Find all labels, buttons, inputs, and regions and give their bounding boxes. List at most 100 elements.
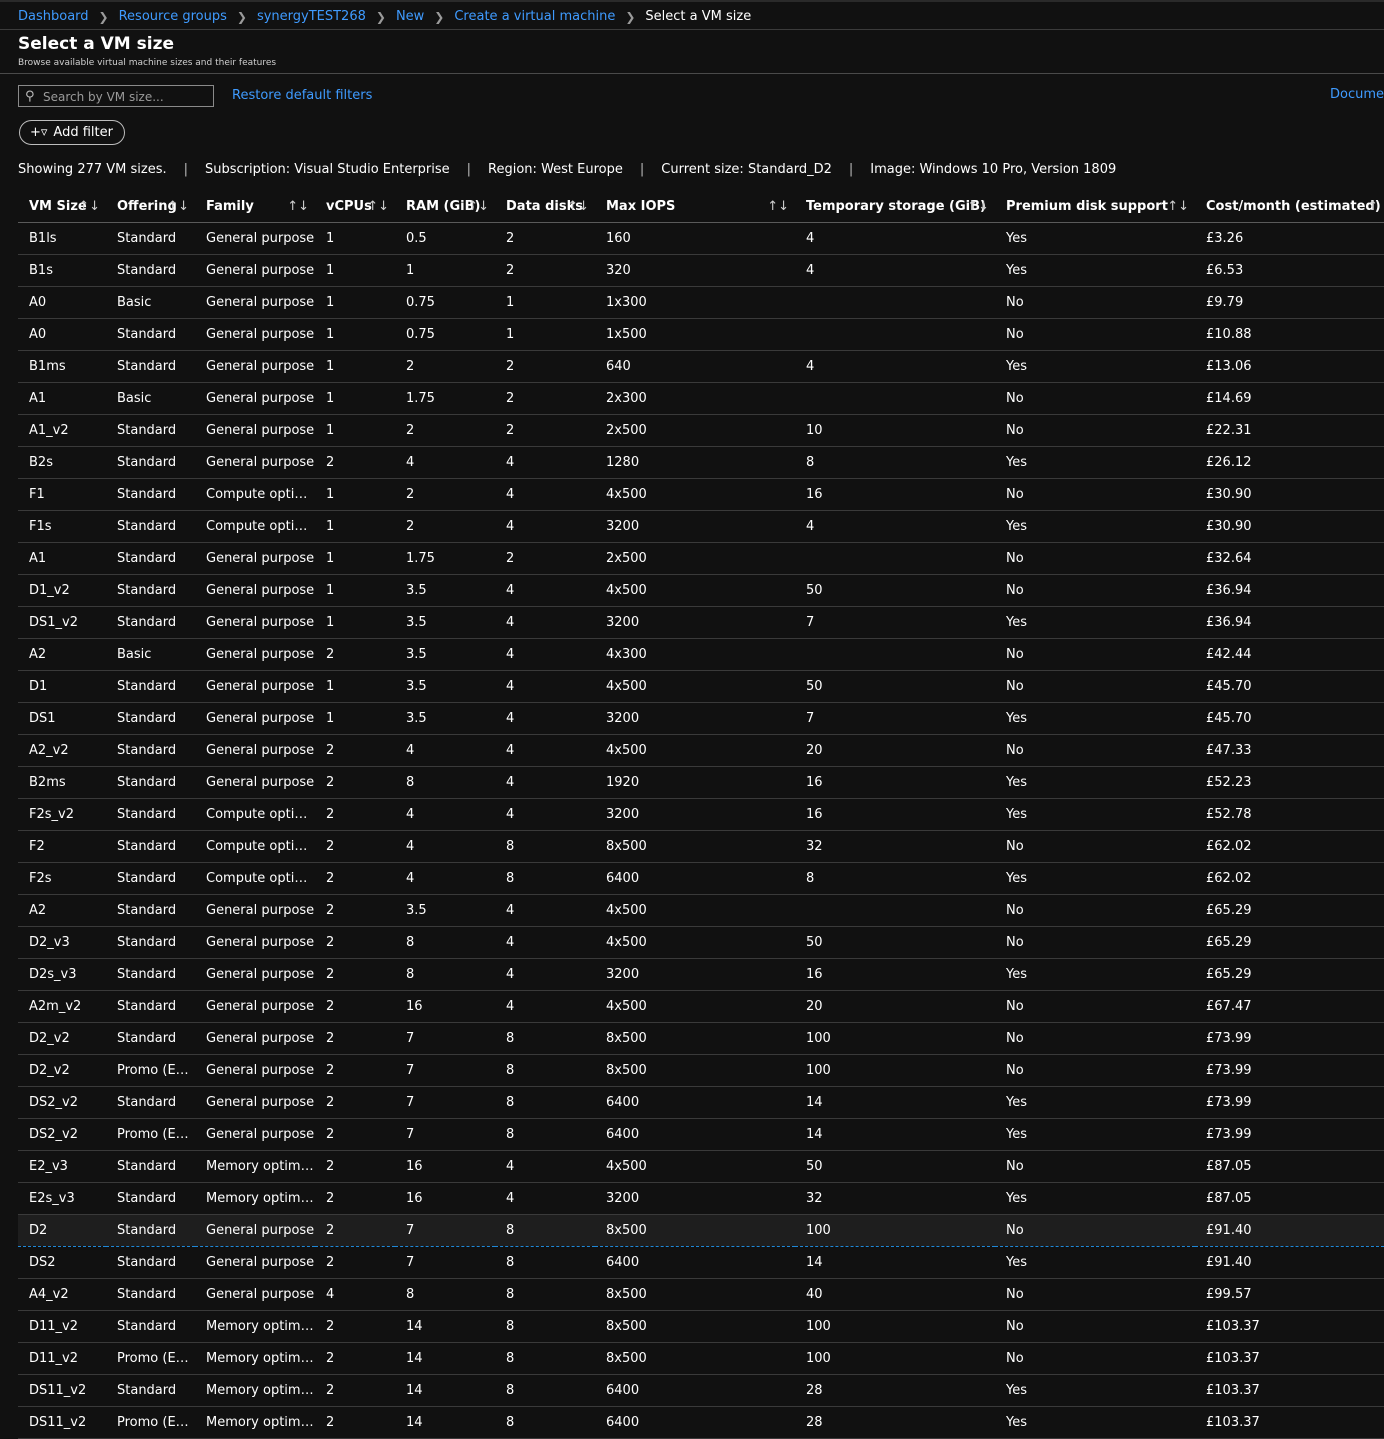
cell-ram: 3.5 bbox=[395, 670, 495, 703]
sort-icon[interactable]: ↑↓ bbox=[1167, 199, 1189, 214]
cell-ram: 2 bbox=[395, 350, 495, 383]
table-row[interactable]: D1 Standard General purpose 1 3.5 4 4x500 50 No £… bbox=[18, 670, 1384, 703]
table-row[interactable]: D1_v2 Standard General purpose 1 3.5 4 4x500 50… bbox=[18, 574, 1384, 607]
cell-offering: Standard bbox=[106, 510, 195, 543]
cell-cost: £30.90 bbox=[1195, 510, 1384, 543]
cell-premium-disk: No bbox=[995, 830, 1195, 863]
table-row[interactable]: D2s_v3 Standard General purpose 2 8 4 3200 16 Ye… bbox=[18, 958, 1384, 991]
cell-offering: Standard bbox=[106, 1278, 195, 1311]
table-row[interactable]: A1 Standard General purpose 1 1.75 2 2x500 No £3… bbox=[18, 542, 1384, 575]
cell-premium-disk: Yes bbox=[995, 958, 1195, 991]
table-row[interactable]: A4_v2 Standard General purpose 4 8 8 8x500 40 No… bbox=[18, 1278, 1384, 1311]
cell-family: General purpose bbox=[195, 926, 315, 959]
page-subtitle: Browse available virtual machine sizes a… bbox=[18, 58, 277, 68]
cell-offering: Standard bbox=[106, 894, 195, 927]
table-row[interactable]: D11_v2Promo (Expires)Memory optimized214… bbox=[18, 1342, 1384, 1375]
table-row[interactable]: A2 Basic General purpose 2 3.5 4 4x300 No £42.44 bbox=[18, 638, 1384, 671]
cell-cost: £9.79 bbox=[1195, 286, 1384, 319]
cell-vcpus: 2 bbox=[315, 830, 395, 863]
search-input[interactable] bbox=[41, 86, 215, 108]
cell-vcpus: 1 bbox=[315, 542, 395, 575]
cell-ram: 7 bbox=[395, 1086, 495, 1119]
cell-ram: 0.75 bbox=[395, 286, 495, 319]
table-row[interactable]: D2_v3 Standard General purpose 2 8 4 4x500 50 No… bbox=[18, 926, 1384, 959]
table-row[interactable]: D2 Standard General purpose 2 7 8 8x500 100 No £9… bbox=[18, 1214, 1384, 1247]
column-header-offering[interactable]: Offering ↑↓ bbox=[106, 190, 195, 223]
table-row[interactable]: E2s_v3StandardMemory optimized2164320032… bbox=[18, 1182, 1384, 1215]
table-row[interactable]: A1 Basic General purpose 1 1.75 2 2x300 No £14.6… bbox=[18, 382, 1384, 415]
table-row[interactable]: DS11_v2Promo (Expires)Memory optimized21… bbox=[18, 1406, 1384, 1439]
table-row[interactable]: F2StandardCompute optimized2488x50032No£… bbox=[18, 830, 1384, 863]
column-header-premium-disk[interactable]: Premium disk support ↑↓ bbox=[995, 190, 1195, 223]
table-row[interactable]: F2sStandardCompute optimized24864008Yes£… bbox=[18, 862, 1384, 895]
table-row[interactable]: D2_v2Promo (Expires)General purpose2788x… bbox=[18, 1054, 1384, 1087]
column-header-cost[interactable]: Cost/month (estimated) ↑ bbox=[1195, 190, 1384, 223]
sort-icon[interactable]: ↑ bbox=[1367, 199, 1378, 214]
sort-icon[interactable]: ↑↓ bbox=[567, 199, 589, 214]
cell-ram: 3.5 bbox=[395, 702, 495, 735]
sort-icon[interactable]: ↑↓ bbox=[367, 199, 389, 214]
table-row[interactable]: DS1_v2 Standard General purpose 1 3.5 4 3200 7 Y… bbox=[18, 606, 1384, 639]
cell-cost: £103.37 bbox=[1195, 1342, 1384, 1375]
breadcrumb-resource-group[interactable]: synergyTEST268 bbox=[257, 9, 366, 24]
sort-icon[interactable]: ↑↓ bbox=[967, 199, 989, 214]
table-row[interactable]: DS1 Standard General purpose 1 3.5 4 3200 7 Yes £… bbox=[18, 702, 1384, 735]
cell-offering: Standard bbox=[106, 478, 195, 511]
table-row[interactable]: A0 Basic General purpose 1 0.75 1 1x300 No £9.79 bbox=[18, 286, 1384, 319]
cell-ram: 7 bbox=[395, 1246, 495, 1279]
table-row[interactable]: B2ms Standard General purpose 2 8 4 1920 16 Yes £… bbox=[18, 766, 1384, 799]
cell-data-disks: 8 bbox=[495, 862, 595, 895]
table-row[interactable]: A2_v2 Standard General purpose 2 4 4 4x500 20 No… bbox=[18, 734, 1384, 767]
table-row[interactable]: B2s Standard General purpose 2 4 4 1280 8 Yes £26… bbox=[18, 446, 1384, 479]
breadcrumb-new[interactable]: New bbox=[396, 9, 424, 24]
sort-icon[interactable]: ↑↓ bbox=[287, 199, 309, 214]
cell-offering: Promo (Expires) bbox=[106, 1054, 195, 1087]
search-box[interactable]: ⚲ bbox=[18, 85, 215, 108]
cell-data-disks: 2 bbox=[495, 254, 595, 287]
column-header-temp-storage[interactable]: Temporary storage (GiB) ↑↓ bbox=[795, 190, 995, 223]
cell-ram: 8 bbox=[395, 926, 495, 959]
table-row[interactable]: D11_v2StandardMemory optimized21488x5001… bbox=[18, 1310, 1384, 1343]
table-row[interactable]: B1ls Standard General purpose 1 0.5 2 160 4 Yes £… bbox=[18, 222, 1384, 255]
table-row[interactable]: F1sStandardCompute optimized12432004Yes£… bbox=[18, 510, 1384, 543]
documentation-link[interactable]: Documentation bbox=[1330, 87, 1384, 102]
cell-vcpus: 1 bbox=[315, 350, 395, 383]
column-header-family[interactable]: Family ↑↓ bbox=[195, 190, 315, 223]
sort-icon[interactable]: ↑↓ bbox=[767, 199, 789, 214]
table-row[interactable]: A1_v2 Standard General purpose 1 2 2 2x500 10 No… bbox=[18, 414, 1384, 447]
column-header-max-iops[interactable]: Max IOPS ↑↓ bbox=[595, 190, 795, 223]
table-row[interactable]: DS2_v2 Standard General purpose 2 7 8 6400 14 Ye… bbox=[18, 1086, 1384, 1119]
cell-temp-storage: 32 bbox=[795, 830, 995, 863]
sort-icon[interactable]: ↑↓ bbox=[78, 199, 100, 214]
breadcrumb-create-vm[interactable]: Create a virtual machine bbox=[454, 9, 615, 24]
column-header-vcpus[interactable]: vCPUs ↑↓ bbox=[315, 190, 395, 223]
table-row[interactable]: A2m_v2 Standard General purpose 2 16 4 4x500 20… bbox=[18, 990, 1384, 1023]
table-row[interactable]: B1s Standard General purpose 1 1 2 320 4 Yes £6.5… bbox=[18, 254, 1384, 287]
breadcrumb-resource-groups[interactable]: Resource groups bbox=[119, 9, 227, 24]
restore-default-filters-link[interactable]: Restore default filters bbox=[232, 88, 372, 103]
column-header-vm-size[interactable]: VM Size ↑↓ bbox=[18, 190, 106, 223]
cell-data-disks: 8 bbox=[495, 1406, 595, 1439]
cell-family: Memory optimized bbox=[195, 1150, 315, 1183]
breadcrumb-dashboard[interactable]: Dashboard bbox=[18, 9, 89, 24]
column-header-data-disks[interactable]: Data disks ↑↓ bbox=[495, 190, 595, 223]
column-header-ram[interactable]: RAM (GiB) ↑↓ bbox=[395, 190, 495, 223]
table-row[interactable]: F1StandardCompute optimized1244x50016No£… bbox=[18, 478, 1384, 511]
table-row[interactable]: E2_v3StandardMemory optimized21644x50050… bbox=[18, 1150, 1384, 1183]
cell-offering: Standard bbox=[106, 862, 195, 895]
cell-ram: 3.5 bbox=[395, 574, 495, 607]
add-filter-button[interactable]: +▿ Add filter bbox=[19, 120, 125, 145]
sort-icon[interactable]: ↑↓ bbox=[167, 199, 189, 214]
table-row[interactable]: F2s_v2StandardCompute optimized244320016… bbox=[18, 798, 1384, 831]
cell-temp-storage: 4 bbox=[795, 350, 995, 383]
table-row[interactable]: A2 Standard General purpose 2 3.5 4 4x500 No £65… bbox=[18, 894, 1384, 927]
table-row[interactable]: DS11_v2StandardMemory optimized214864002… bbox=[18, 1374, 1384, 1407]
table-row[interactable]: DS2_v2Promo (Expires)General purpose2786… bbox=[18, 1118, 1384, 1151]
table-row[interactable]: D2_v2 Standard General purpose 2 7 8 8x500 100 N… bbox=[18, 1022, 1384, 1055]
table-row[interactable]: DS2 Standard General purpose 2 7 8 6400 14 Yes £9… bbox=[18, 1246, 1384, 1279]
table-row[interactable]: B1ms Standard General purpose 1 2 2 640 4 Yes £13… bbox=[18, 350, 1384, 383]
sort-icon[interactable]: ↑↓ bbox=[467, 199, 489, 214]
table-row[interactable]: A0 Standard General purpose 1 0.75 1 1x500 No £1… bbox=[18, 318, 1384, 351]
cell-family: General purpose bbox=[195, 1054, 315, 1087]
cell-offering: Standard bbox=[106, 670, 195, 703]
